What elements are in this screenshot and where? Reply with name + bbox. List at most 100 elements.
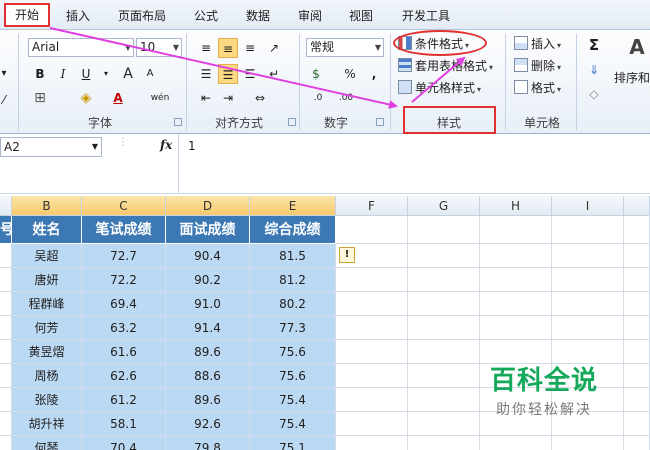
table-cell-col-e[interactable]: 75.6 — [250, 340, 336, 364]
tab-insert[interactable]: 插入 — [66, 7, 90, 24]
table-cell-col-e[interactable]: 77.3 — [250, 316, 336, 340]
italic-button[interactable]: I — [53, 64, 73, 84]
table-cell-col-d[interactable]: 91.4 — [166, 316, 250, 340]
align-right-icon[interactable]: ☰ — [240, 64, 260, 84]
column-header-b[interactable]: B — [12, 196, 82, 216]
percent-button[interactable]: % — [340, 64, 360, 84]
insert-cells-button[interactable]: 插入 ▾ — [514, 34, 561, 54]
table-cell-col-a[interactable] — [0, 292, 12, 316]
cell-styles-button[interactable]: 单元格样式 ▾ — [398, 78, 481, 98]
empty-cell[interactable] — [408, 292, 480, 316]
tab-developer[interactable]: 开发工具 — [402, 7, 450, 24]
table-cell-col-e[interactable]: 75.6 — [250, 364, 336, 388]
column-header-c[interactable]: C — [82, 196, 166, 216]
decrease-decimal-icon[interactable]: .00 — [336, 88, 356, 108]
table-cell-col-d[interactable]: 89.6 — [166, 388, 250, 412]
empty-cell[interactable] — [624, 316, 650, 340]
empty-cell[interactable] — [408, 216, 480, 244]
table-cell-col-e[interactable]: 81.5 — [250, 244, 336, 268]
table-cell-col-b[interactable]: 黄昱熠 — [12, 340, 82, 364]
column-header-f[interactable]: F — [336, 196, 408, 216]
grow-font-button[interactable]: A — [118, 64, 138, 84]
column-header-i[interactable]: I — [552, 196, 624, 216]
comma-button[interactable]: , — [364, 64, 384, 84]
table-cell-col-b[interactable]: 胡升祥 — [12, 412, 82, 436]
table-cell-col-a[interactable] — [0, 316, 12, 340]
shrink-font-button[interactable]: A — [140, 64, 160, 84]
table-header-col-d[interactable]: 面试成绩 — [166, 216, 250, 244]
fill-color-icon[interactable]: ◈ — [76, 88, 96, 108]
table-cell-col-c[interactable]: 70.4 — [82, 436, 166, 450]
error-smart-tag-icon[interactable]: ! — [339, 247, 355, 263]
empty-cell[interactable] — [624, 436, 650, 450]
align-left-icon[interactable]: ☰ — [196, 64, 216, 84]
table-cell-col-b[interactable]: 唐妍 — [12, 268, 82, 292]
name-box-resize-icon[interactable]: ⋮ — [118, 137, 128, 148]
table-cell-col-d[interactable]: 90.4 — [166, 244, 250, 268]
align-bottom-icon[interactable]: ≡ — [240, 38, 260, 58]
table-cell-col-a[interactable] — [0, 412, 12, 436]
column-header-j[interactable] — [624, 196, 650, 216]
empty-cell[interactable] — [552, 316, 624, 340]
name-box[interactable]: A2 ▼ — [0, 137, 102, 157]
table-cell-col-a[interactable] — [0, 268, 12, 292]
table-cell-col-a[interactable] — [0, 364, 12, 388]
empty-cell[interactable] — [480, 436, 552, 450]
table-cell-col-b[interactable]: 张陵 — [12, 388, 82, 412]
empty-cell[interactable] — [624, 216, 650, 244]
phonetic-button[interactable]: wén — [148, 88, 172, 108]
table-cell-col-b[interactable]: 程群峰 — [12, 292, 82, 316]
currency-icon[interactable]: $ — [306, 64, 326, 84]
table-cell-col-c[interactable]: 72.2 — [82, 268, 166, 292]
table-cell-col-c[interactable]: 58.1 — [82, 412, 166, 436]
table-cell-col-c[interactable]: 72.7 — [82, 244, 166, 268]
empty-cell[interactable] — [624, 388, 650, 412]
empty-cell[interactable] — [336, 268, 408, 292]
empty-cell[interactable] — [336, 412, 408, 436]
table-cell-col-e[interactable]: 80.2 — [250, 292, 336, 316]
empty-cell[interactable] — [552, 292, 624, 316]
table-cell-col-d[interactable]: 79.8 — [166, 436, 250, 450]
column-header-e[interactable]: E — [250, 196, 336, 216]
table-cell-col-c[interactable]: 61.2 — [82, 388, 166, 412]
table-cell-col-a[interactable] — [0, 436, 12, 450]
empty-cell[interactable] — [624, 244, 650, 268]
empty-cell[interactable] — [480, 316, 552, 340]
empty-cell[interactable] — [624, 364, 650, 388]
increase-decimal-icon[interactable]: .0 — [308, 88, 328, 108]
border-icon[interactable]: ⊞ — [30, 88, 50, 108]
align-center-icon[interactable]: ☰ — [218, 64, 238, 84]
table-header-col-c[interactable]: 笔试成绩 — [82, 216, 166, 244]
delete-cells-button[interactable]: 删除 ▾ — [514, 56, 561, 76]
empty-cell[interactable] — [336, 364, 408, 388]
font-color-button[interactable]: A — [108, 88, 128, 108]
table-cell-col-b[interactable]: 何琴 — [12, 436, 82, 450]
empty-cell[interactable] — [336, 292, 408, 316]
autosum-button[interactable]: Σ — [584, 35, 604, 55]
sort-filter-label[interactable]: 排序和 — [614, 68, 650, 88]
format-as-table-button[interactable]: 套用表格格式 ▾ — [398, 56, 493, 76]
empty-cell[interactable] — [336, 436, 408, 450]
empty-cell[interactable] — [408, 436, 480, 450]
table-cell-col-d[interactable]: 90.2 — [166, 268, 250, 292]
align-middle-icon[interactable]: ≡ — [218, 38, 238, 58]
align-top-icon[interactable]: ≡ — [196, 38, 216, 58]
empty-cell[interactable] — [552, 244, 624, 268]
table-cell-col-a[interactable] — [0, 340, 12, 364]
empty-cell[interactable] — [552, 268, 624, 292]
paste-icon[interactable]: ▾ — [0, 64, 14, 84]
orientation-icon[interactable]: ↗ — [264, 38, 284, 58]
fill-icon[interactable]: ⇓ — [584, 60, 604, 80]
empty-cell[interactable] — [624, 412, 650, 436]
tab-review[interactable]: 审阅 — [298, 7, 322, 24]
font-size-combo[interactable]: 10 ▼ — [136, 38, 182, 57]
empty-cell[interactable] — [480, 292, 552, 316]
table-cell-col-e[interactable]: 75.4 — [250, 388, 336, 412]
table-header-col-b[interactable]: 姓名 — [12, 216, 82, 244]
table-header-col-a[interactable]: 号 — [0, 216, 14, 244]
table-cell-col-e[interactable]: 75.1 — [250, 436, 336, 450]
empty-cell[interactable] — [408, 244, 480, 268]
table-cell-col-c[interactable]: 69.4 — [82, 292, 166, 316]
tab-home[interactable]: 开始 — [4, 3, 50, 27]
increase-indent-icon[interactable]: ⇥ — [218, 88, 238, 108]
